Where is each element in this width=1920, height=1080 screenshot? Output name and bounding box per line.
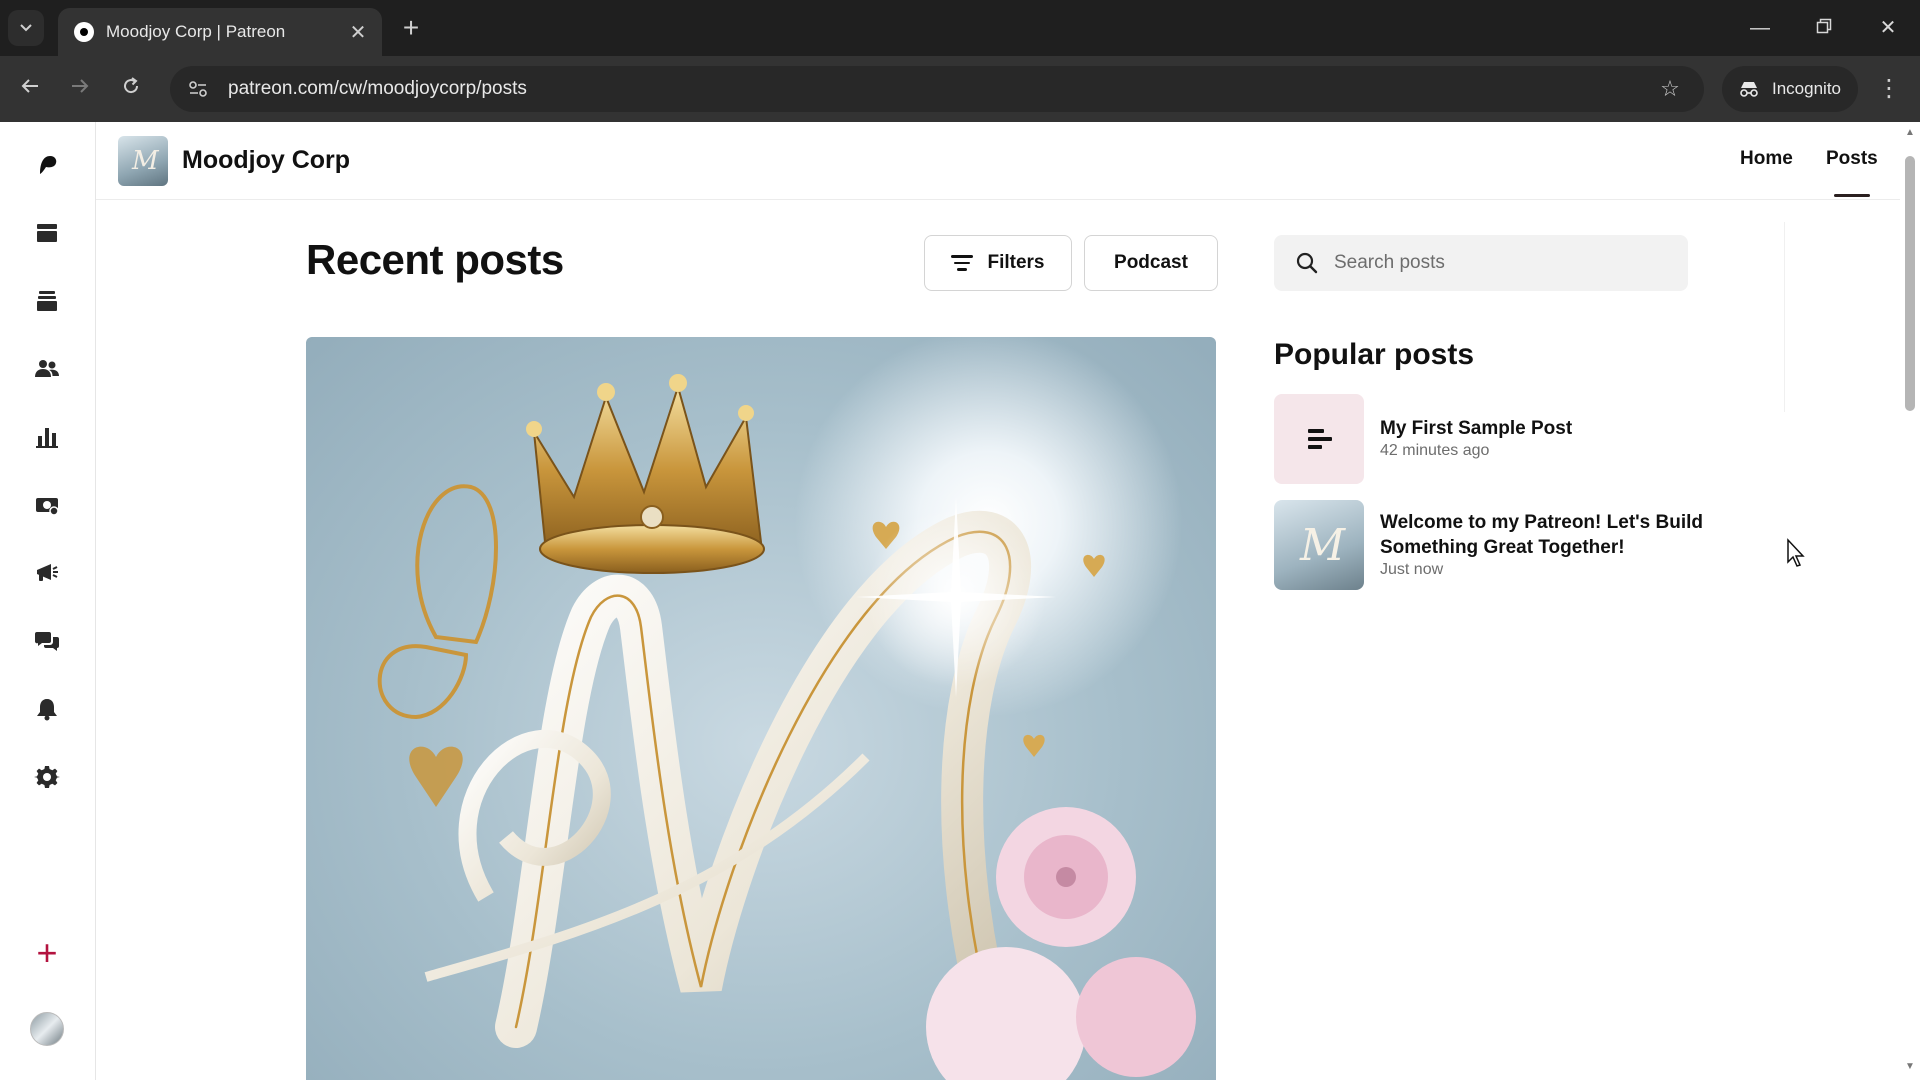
popular-post-item[interactable]: My First Sample Post 42 minutes ago — [1274, 394, 1754, 486]
podcast-label: Podcast — [1114, 252, 1188, 273]
back-button[interactable] — [13, 72, 47, 106]
search-icon — [1296, 252, 1318, 274]
scrollbar-thumb[interactable] — [1905, 156, 1915, 411]
dashboard-icon[interactable] — [32, 218, 62, 248]
popular-post-title[interactable]: Welcome to my Patreon! Let's Build Somet… — [1380, 510, 1740, 560]
creator-sidebar: + — [0, 122, 96, 1080]
browser-toolbar: patreon.com/cw/moodjoycorp/posts ☆ Incog… — [0, 56, 1920, 122]
forward-button[interactable] — [63, 72, 97, 106]
bookmark-star-icon[interactable]: ☆ — [1650, 76, 1690, 102]
chevron-down-icon — [20, 24, 32, 32]
notifications-icon[interactable] — [32, 694, 62, 724]
filters-label: Filters — [987, 252, 1045, 273]
search-input[interactable] — [1334, 252, 1654, 274]
settings-icon[interactable] — [32, 762, 62, 792]
chats-icon[interactable] — [32, 626, 62, 656]
creator-name[interactable]: Moodjoy Corp — [182, 146, 350, 175]
creator-header: Moodjoy Corp Home Posts — [96, 122, 1900, 200]
user-avatar[interactable] — [30, 1012, 64, 1046]
insights-icon[interactable] — [32, 422, 62, 452]
create-post-plus-icon[interactable]: + — [32, 935, 62, 971]
forward-arrow-icon — [72, 79, 89, 93]
monogram-m-crown-artwork — [377, 374, 1196, 1080]
site-info-icon[interactable] — [184, 75, 212, 103]
audience-icon[interactable] — [32, 354, 62, 384]
nav-home-link[interactable]: Home — [1740, 148, 1793, 170]
popular-post-title[interactable]: My First Sample Post — [1380, 416, 1740, 441]
popular-posts-heading: Popular posts — [1274, 338, 1475, 371]
restore-window-button[interactable] — [1804, 10, 1844, 46]
minimize-window-button[interactable]: — — [1740, 10, 1780, 46]
popular-post-item[interactable]: Welcome to my Patreon! Let's Build Somet… — [1274, 500, 1754, 592]
incognito-label: Incognito — [1772, 79, 1841, 98]
popular-post-time: Just now — [1380, 561, 1444, 578]
library-icon[interactable] — [32, 286, 62, 316]
scroll-down-arrow-icon[interactable]: ▼ — [1905, 1062, 1915, 1072]
close-window-button[interactable]: ✕ — [1868, 10, 1908, 46]
filter-icon — [951, 255, 974, 271]
post-cover-image[interactable] — [306, 337, 1216, 1080]
text-post-thumbnail[interactable] — [1274, 394, 1364, 484]
reload-icon — [124, 77, 139, 94]
close-tab-icon[interactable]: ✕ — [346, 20, 370, 45]
incognito-icon — [1740, 82, 1758, 97]
scroll-up-arrow-icon[interactable]: ▲ — [1905, 128, 1915, 138]
search-posts-box[interactable] — [1274, 235, 1688, 291]
browser-tab-bar: Moodjoy Corp | Patreon ✕ + — ✕ — [0, 0, 1920, 56]
restore-icon — [1816, 18, 1832, 34]
patreon-favicon-icon — [74, 22, 94, 42]
reload-button[interactable] — [114, 72, 148, 106]
new-tab-button[interactable]: + — [396, 14, 426, 44]
creator-avatar[interactable] — [118, 136, 168, 186]
mouse-cursor-icon — [1787, 538, 1805, 567]
incognito-indicator[interactable]: Incognito — [1722, 66, 1858, 112]
browser-menu-button[interactable]: ⋮ — [1872, 72, 1906, 106]
tab-title: Moodjoy Corp | Patreon — [106, 22, 286, 41]
browser-tab[interactable]: Moodjoy Corp | Patreon ✕ — [58, 8, 382, 56]
tab-search-button[interactable] — [8, 10, 44, 46]
popular-post-time: 42 minutes ago — [1380, 442, 1490, 459]
panel-divider — [1784, 222, 1785, 412]
url-text[interactable]: patreon.com/cw/moodjoycorp/posts — [228, 78, 1650, 100]
page-scrollbar[interactable]: ▲ ▼ — [1900, 122, 1920, 1080]
recent-posts-heading: Recent posts — [306, 236, 564, 283]
back-arrow-icon — [21, 79, 38, 93]
promotions-icon[interactable] — [32, 558, 62, 588]
podcast-button[interactable]: Podcast — [1084, 235, 1218, 291]
text-post-icon — [1308, 429, 1332, 449]
address-bar[interactable]: patreon.com/cw/moodjoycorp/posts ☆ — [170, 66, 1704, 112]
payouts-icon[interactable] — [32, 490, 62, 520]
image-post-thumbnail[interactable] — [1274, 500, 1364, 590]
nav-posts-link[interactable]: Posts — [1826, 148, 1878, 197]
filters-button[interactable]: Filters — [924, 235, 1072, 291]
patreon-logo-icon[interactable] — [32, 150, 62, 180]
